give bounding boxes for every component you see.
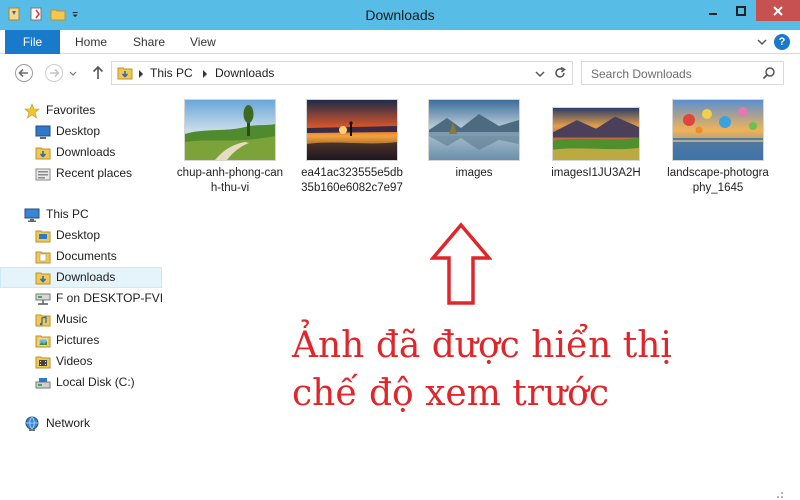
folder-icon — [35, 251, 51, 264]
ribbon-tabs: File Home Share View ? — [0, 30, 800, 54]
pictures-folder-icon — [35, 335, 51, 348]
sidebar-item-label: Desktop — [56, 228, 101, 242]
sidebar-item-label: Desktop — [56, 124, 101, 138]
sidebar-item-label: Local Disk (C:) — [56, 375, 135, 389]
sidebar-item-music[interactable]: Music — [0, 309, 162, 330]
window-controls — [700, 0, 800, 21]
search-placeholder: Search Downloads — [591, 67, 692, 81]
sidebar-item-videos[interactable]: Videos — [0, 351, 162, 372]
sidebar-item-label: Pictures — [56, 333, 100, 347]
title-bar: Downloads — [0, 0, 800, 30]
file-item[interactable]: landscape-photography_1645 — [662, 100, 774, 196]
sidebar-item-label: Documents — [56, 249, 117, 263]
star-icon — [24, 103, 40, 119]
file-name: imagesI1JU3A2H — [551, 167, 641, 179]
file-item[interactable]: imagesI1JU3A2H — [540, 100, 652, 181]
maximize-icon — [736, 5, 746, 16]
breadcrumb-this-pc[interactable]: This PC — [150, 66, 193, 80]
navigation-pane: Favorites Desktop Downloads Recent place… — [0, 92, 172, 500]
videos-folder-icon — [35, 356, 51, 369]
annotation-up-arrow-icon — [430, 222, 492, 305]
breadcrumb-separator-icon — [139, 70, 143, 78]
folder-icon — [35, 230, 51, 243]
forward-icon[interactable] — [44, 63, 64, 83]
search-box[interactable]: Search Downloads — [581, 61, 784, 85]
sidebar-item-label: Favorites — [46, 103, 96, 117]
sidebar-item-local-disk[interactable]: Local Disk (C:) — [0, 372, 162, 393]
sidebar-item-label: Videos — [56, 354, 93, 368]
tab-share[interactable]: Share — [133, 30, 165, 54]
tab-file[interactable]: File — [5, 30, 60, 54]
help-button[interactable]: ? — [774, 34, 790, 50]
desktop-icon — [35, 125, 51, 139]
file-name: images — [455, 167, 493, 179]
navigation-bar: This PC Downloads Search Downloads — [0, 54, 800, 92]
sidebar-item-label: Network — [46, 416, 91, 430]
sidebar-item-pictures[interactable]: Pictures — [0, 330, 162, 351]
computer-icon — [24, 208, 40, 222]
file-name: landscape-photography_1645 — [667, 167, 769, 194]
downloads-folder-icon — [35, 272, 51, 285]
sidebar-item-desktop[interactable]: Desktop — [0, 121, 162, 142]
sidebar-item-label: F on DESKTOP-FVIC — [56, 291, 172, 305]
image-thumbnail — [307, 100, 397, 160]
image-thumbnail — [673, 100, 763, 160]
breadcrumb-separator-icon — [203, 70, 207, 78]
downloads-folder-icon — [35, 147, 51, 160]
window-title: Downloads — [365, 7, 435, 23]
tab-home[interactable]: Home — [75, 30, 107, 54]
search-icon[interactable] — [762, 66, 776, 80]
address-dropdown-chevron-icon[interactable] — [534, 68, 546, 80]
annotation-line-2: chế độ xem trước — [292, 373, 609, 414]
annotation-text: Ảnh đã được hiển thị chế độ xem trước — [292, 322, 672, 418]
sidebar-item-label: Downloads — [56, 270, 116, 284]
close-icon — [773, 5, 783, 16]
sidebar-item-desktop-pc[interactable]: Desktop — [0, 225, 162, 246]
sidebar-item-label: Downloads — [56, 145, 116, 159]
sidebar-item-downloads-pc[interactable]: Downloads — [0, 267, 162, 288]
file-item[interactable]: images — [418, 100, 530, 181]
music-folder-icon — [35, 314, 51, 327]
file-name: ea41ac323555e5db35b160e6082c7e97 — [301, 167, 403, 194]
sidebar-item-this-pc[interactable]: This PC — [0, 204, 162, 225]
refresh-icon[interactable] — [553, 66, 567, 80]
recent-places-icon — [35, 168, 51, 181]
address-bar[interactable]: This PC Downloads — [111, 61, 573, 85]
recent-locations-chevron-icon[interactable] — [68, 63, 78, 83]
file-item[interactable]: ea41ac323555e5db35b160e6082c7e97 — [296, 100, 408, 196]
sidebar-item-network[interactable]: Network — [0, 413, 162, 434]
file-name: chup-anh-phong-canh-thu-vi — [176, 167, 284, 194]
sidebar-item-downloads[interactable]: Downloads — [0, 142, 162, 163]
local-disk-icon — [35, 378, 51, 389]
sidebar-item-label: Recent places — [56, 166, 133, 180]
expand-ribbon-chevron-icon[interactable] — [754, 34, 770, 50]
resize-grip-icon[interactable] — [770, 490, 786, 500]
sidebar-item-label: This PC — [46, 207, 89, 221]
minimize-icon — [709, 12, 717, 15]
network-icon — [25, 416, 39, 431]
sidebar-item-network-drive[interactable]: F on DESKTOP-FVIC — [0, 288, 172, 309]
minimize-button[interactable] — [700, 0, 726, 21]
back-icon[interactable] — [14, 63, 34, 83]
sidebar-item-recent-places[interactable]: Recent places — [0, 163, 162, 184]
annotation-line-1: Ảnh đã được hiển thị — [292, 325, 672, 366]
image-thumbnail — [185, 100, 275, 160]
image-thumbnail — [429, 100, 519, 160]
sidebar-item-documents[interactable]: Documents — [0, 246, 162, 267]
downloads-folder-icon — [117, 67, 133, 80]
tab-view[interactable]: View — [190, 30, 216, 54]
file-item[interactable]: chup-anh-phong-canh-thu-vi — [174, 100, 286, 196]
breadcrumb-downloads[interactable]: Downloads — [215, 66, 274, 80]
close-button[interactable] — [756, 0, 800, 21]
up-arrow-icon[interactable] — [90, 63, 106, 83]
network-drive-icon — [35, 293, 51, 305]
sidebar-item-label: Music — [56, 312, 88, 326]
sidebar-item-favorites[interactable]: Favorites — [0, 100, 162, 121]
maximize-button[interactable] — [728, 0, 754, 21]
image-thumbnail — [553, 108, 639, 160]
